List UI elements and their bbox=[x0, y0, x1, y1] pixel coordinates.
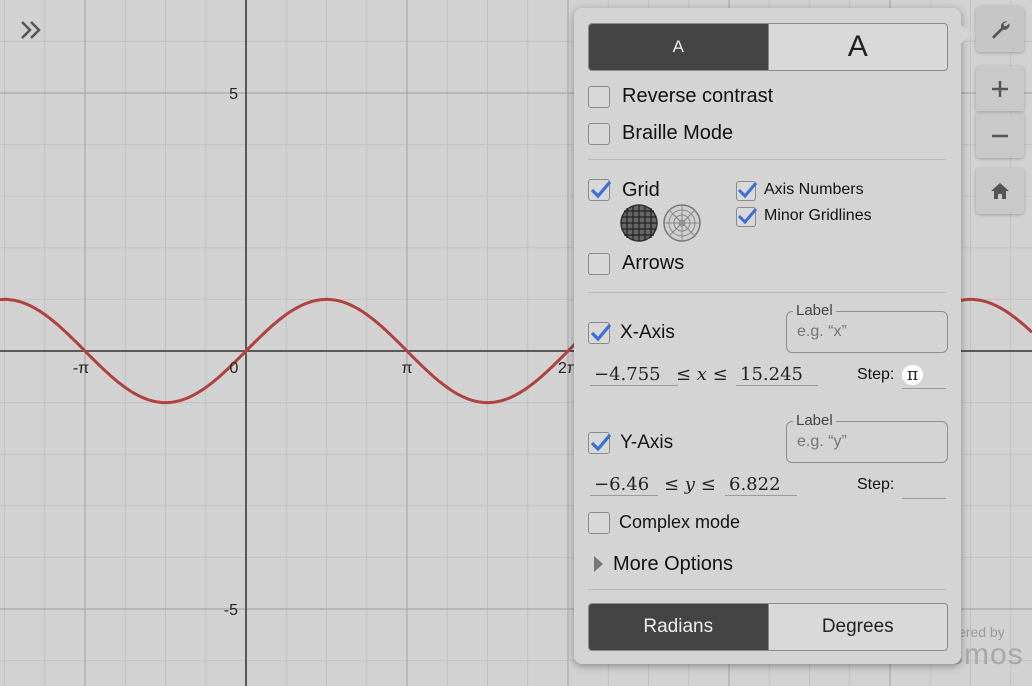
x-axis-label-caption: Label bbox=[793, 302, 836, 319]
default-viewport-button[interactable] bbox=[976, 168, 1024, 214]
y-step-input[interactable] bbox=[902, 476, 946, 499]
minor-gridlines-checkbox[interactable] bbox=[736, 207, 758, 227]
x-min-input[interactable]: −4.755 bbox=[590, 364, 678, 386]
x-max-input[interactable]: 15.245 bbox=[736, 364, 818, 386]
y-tick-label-neg5: -5 bbox=[224, 602, 238, 619]
graph-settings-button[interactable] bbox=[976, 6, 1024, 52]
check-icon bbox=[590, 180, 612, 199]
y-axis-label-field: Label bbox=[786, 412, 948, 463]
wrench-icon bbox=[992, 21, 1010, 39]
radians-button[interactable]: Radians bbox=[589, 604, 768, 650]
divider bbox=[588, 292, 946, 293]
x-axis-label-field: Label bbox=[786, 302, 948, 353]
caret-right-icon bbox=[594, 556, 603, 572]
cartesian-grid-option[interactable] bbox=[620, 204, 658, 242]
divider bbox=[588, 589, 946, 590]
expand-expressions-icon[interactable] bbox=[16, 14, 48, 46]
axis-numbers-label: Axis Numbers bbox=[764, 181, 864, 198]
font-size-toggle: A A bbox=[588, 23, 948, 71]
arrows-checkbox[interactable] bbox=[588, 253, 610, 275]
braille-mode-checkbox[interactable] bbox=[588, 123, 610, 145]
x-tick-label-pi: π bbox=[401, 360, 412, 377]
x-axis-label-input[interactable] bbox=[795, 322, 939, 342]
y-min-input[interactable]: −6.46 bbox=[590, 474, 658, 496]
x-tick-label-zero: 0 bbox=[230, 360, 239, 377]
cartesian-grid-icon bbox=[620, 204, 658, 242]
x-tick-label-neg-pi: -π bbox=[73, 360, 89, 377]
y-axis-checkbox[interactable] bbox=[588, 432, 612, 454]
arrows-label: Arrows bbox=[622, 252, 685, 274]
x-step-input[interactable]: π bbox=[902, 364, 946, 389]
grid-checkbox[interactable] bbox=[588, 179, 612, 201]
x-step-value: π bbox=[902, 365, 924, 385]
panel-pointer bbox=[960, 24, 972, 44]
y-tick-label-5: 5 bbox=[229, 86, 238, 103]
x-axis-label: X-Axis bbox=[620, 322, 675, 343]
minus-icon bbox=[992, 134, 1008, 138]
y-axis-label-input[interactable] bbox=[795, 432, 939, 452]
y-axis-label: Y-Axis bbox=[620, 432, 674, 453]
grid-label: Grid bbox=[622, 179, 660, 201]
plus-icon bbox=[992, 80, 1008, 97]
minor-gridlines-label: Minor Gridlines bbox=[764, 207, 872, 224]
y-axis-label-caption: Label bbox=[793, 412, 836, 429]
reverse-contrast-label: Reverse contrast bbox=[622, 85, 774, 107]
y-range-relation: ≤ y ≤ bbox=[664, 474, 716, 495]
reverse-contrast-checkbox[interactable] bbox=[588, 86, 610, 108]
more-options-label: More Options bbox=[613, 552, 734, 575]
more-options-toggle[interactable]: More Options bbox=[592, 552, 733, 576]
x-axis-checkbox[interactable] bbox=[588, 322, 612, 344]
zoom-out-button[interactable] bbox=[976, 114, 1024, 158]
check-icon bbox=[590, 323, 612, 342]
polar-grid-option[interactable] bbox=[663, 204, 701, 242]
check-icon bbox=[590, 433, 612, 452]
font-large-button[interactable]: A bbox=[767, 24, 948, 70]
axis-numbers-checkbox[interactable] bbox=[736, 181, 758, 201]
divider bbox=[588, 159, 946, 160]
y-max-input[interactable]: 6.822 bbox=[725, 474, 797, 496]
polar-grid-icon bbox=[663, 204, 701, 242]
complex-mode-label: Complex mode bbox=[619, 512, 741, 532]
zoom-in-button[interactable] bbox=[976, 66, 1024, 111]
degrees-button[interactable]: Degrees bbox=[767, 604, 948, 650]
y-step-label: Step: bbox=[857, 476, 895, 493]
braille-mode-label: Braille Mode bbox=[622, 122, 734, 144]
check-icon bbox=[737, 208, 758, 225]
check-icon bbox=[737, 182, 758, 199]
complex-mode-checkbox[interactable] bbox=[588, 512, 610, 534]
x-range-relation: ≤ x ≤ bbox=[676, 364, 728, 385]
angle-mode-toggle: Radians Degrees bbox=[588, 603, 948, 651]
home-icon bbox=[991, 183, 1009, 199]
font-small-button[interactable]: A bbox=[589, 24, 768, 70]
x-step-label: Step: bbox=[857, 366, 895, 383]
